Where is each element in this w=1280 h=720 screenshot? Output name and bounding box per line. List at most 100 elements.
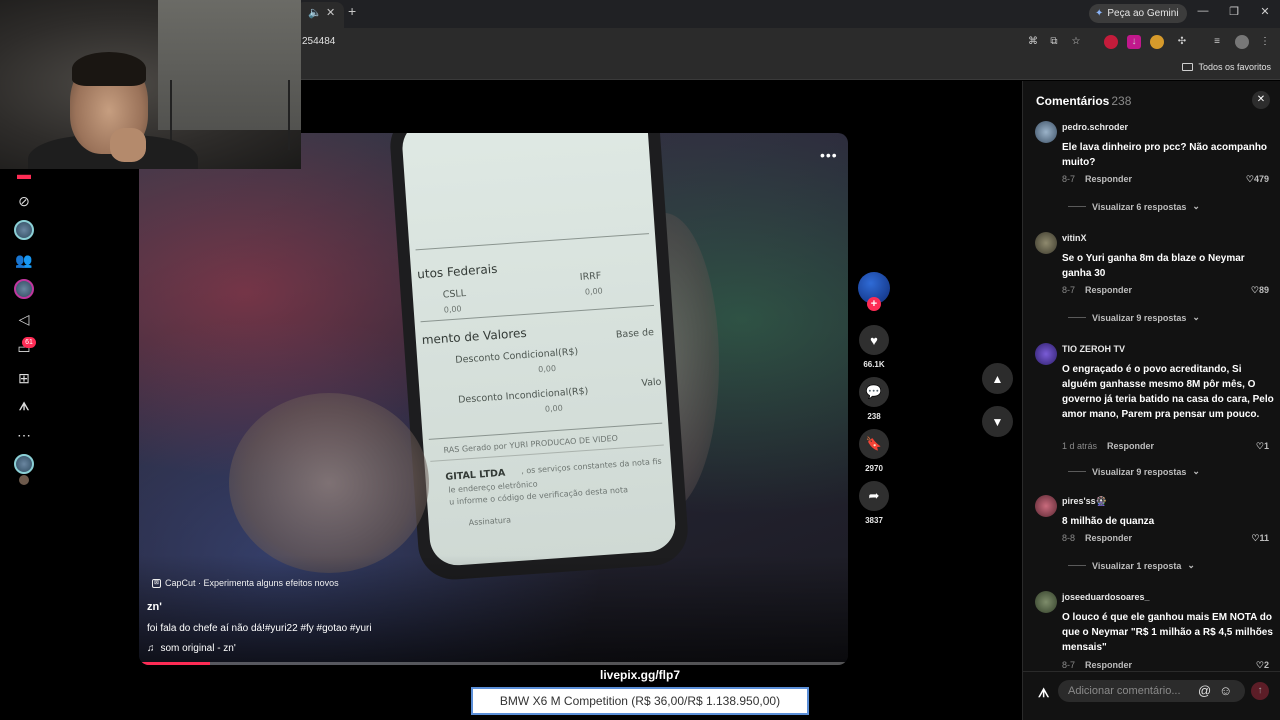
- view-replies-label: Visualizar 6 respostas: [1092, 201, 1187, 212]
- comment-avatar[interactable]: [1035, 121, 1057, 143]
- video-music[interactable]: ♫ som original - zn': [147, 643, 236, 654]
- comment-input-row: ᗑ @ ☺ ↑: [1023, 671, 1280, 720]
- puzzle-icon[interactable]: ✣: [1175, 35, 1189, 49]
- reply-button[interactable]: Responder: [1085, 285, 1132, 295]
- view-replies-button[interactable]: Visualizar 1 resposta ⌄: [1068, 560, 1195, 571]
- doc-ltda-rest: , os serviços constantes da nota fis: [520, 456, 662, 476]
- reply-button[interactable]: Responder: [1107, 441, 1154, 451]
- reading-list-icon[interactable]: ≡: [1210, 35, 1224, 49]
- view-replies-button[interactable]: Visualizar 9 respostas ⌄: [1068, 312, 1200, 323]
- tab-audio-icon[interactable]: 🔈: [308, 6, 322, 20]
- new-tab-button[interactable]: +: [348, 4, 356, 18]
- window-close-icon[interactable]: ✕: [1258, 5, 1272, 18]
- next-video-button[interactable]: ▼: [982, 406, 1013, 437]
- logo-icon[interactable]: ᗑ: [14, 397, 34, 417]
- heart-outline-icon: ♡: [1250, 285, 1259, 295]
- doc-desc-cond: Desconto Condicional(R$): [454, 346, 579, 366]
- follow-plus-icon[interactable]: +: [867, 297, 881, 311]
- video-author[interactable]: zn': [147, 601, 162, 613]
- doc-divider: [428, 422, 663, 440]
- heart-outline-icon: ♡: [1245, 174, 1254, 184]
- comment-avatar[interactable]: [1035, 343, 1057, 365]
- comment-date: 8-8: [1062, 533, 1076, 543]
- comment-like[interactable]: ♡479: [1246, 174, 1269, 185]
- reply-button[interactable]: Responder: [1085, 660, 1132, 670]
- comment-username[interactable]: joseeduardosoares_: [1062, 592, 1150, 602]
- save-button[interactable]: 🔖: [859, 429, 889, 459]
- all-bookmarks-link[interactable]: Todos os favoritos: [1182, 62, 1271, 72]
- capcut-tag[interactable]: ⊠ CapCut · Experimenta alguns efeitos no…: [152, 578, 339, 588]
- previous-video-button[interactable]: ▲: [982, 363, 1013, 394]
- send-icon[interactable]: ◁: [14, 309, 34, 329]
- doc-desc-cond-value: 0,00: [537, 363, 557, 375]
- share-button[interactable]: ➦: [859, 481, 889, 511]
- star-icon[interactable]: ☆: [1069, 35, 1083, 49]
- minimize-icon[interactable]: —: [1196, 5, 1210, 17]
- comment-like[interactable]: ♡2: [1256, 660, 1269, 671]
- comment-username[interactable]: pires'ss🎡: [1062, 496, 1107, 507]
- profile-icon[interactable]: [1235, 35, 1249, 49]
- replies-dash: [1068, 565, 1086, 566]
- comment-like[interactable]: ♡89: [1251, 285, 1269, 296]
- url-text[interactable]: 254484: [302, 36, 335, 47]
- video-progress-bar[interactable]: [139, 662, 848, 665]
- upload-icon[interactable]: ⊞: [14, 368, 34, 388]
- comment-username[interactable]: TIO ZEROH TV: [1062, 344, 1125, 354]
- restore-icon[interactable]: ❐: [1227, 5, 1241, 18]
- heart-icon: ♥: [870, 332, 878, 348]
- video-caption[interactable]: foi fala do chefe aí não dá!#yuri22 #fy …: [147, 623, 372, 634]
- comment-username[interactable]: pedro.schroder: [1062, 122, 1128, 132]
- emoji-icon[interactable]: ☺: [1219, 683, 1232, 698]
- comment-like[interactable]: ♡1: [1256, 441, 1269, 452]
- hand-blur: [229, 393, 429, 573]
- comment-like[interactable]: ♡11: [1251, 533, 1269, 544]
- mention-icon[interactable]: @: [1198, 683, 1211, 698]
- comment-username[interactable]: vitinX: [1062, 233, 1087, 243]
- comment-like-count: 1: [1263, 441, 1269, 451]
- tab-close-icon[interactable]: ✕: [326, 6, 335, 20]
- send-comment-button[interactable]: ↑: [1251, 682, 1269, 700]
- doc-heading-valores: mento de Valores: [421, 325, 528, 348]
- comment-meta: 8-7 Responder: [1062, 660, 1132, 670]
- profile-mini-avatar[interactable]: [19, 475, 29, 485]
- logo-icon: ᗑ: [1038, 686, 1050, 700]
- extension-download-icon[interactable]: ↓: [1127, 35, 1141, 49]
- video-more-icon[interactable]: •••: [820, 147, 838, 163]
- translate-icon[interactable]: ⌘: [1026, 35, 1040, 49]
- view-replies-label: Visualizar 9 respostas: [1092, 312, 1187, 323]
- close-comments-button[interactable]: ✕: [1252, 91, 1270, 109]
- video-player[interactable]: utos Federais CSLL 0,00 IRRF 0,00 mento …: [139, 133, 848, 665]
- comment-date: 1 d atrás: [1062, 441, 1098, 451]
- comment-text: O engraçado é o povo acreditando, Si alg…: [1062, 364, 1274, 420]
- reply-button[interactable]: Responder: [1085, 174, 1132, 184]
- extension-red-icon[interactable]: [1104, 35, 1118, 49]
- comment-avatar[interactable]: [1035, 591, 1057, 613]
- reply-button[interactable]: Responder: [1085, 533, 1132, 543]
- profile-avatar[interactable]: [14, 454, 34, 474]
- extension-color-icon[interactable]: [1150, 35, 1164, 49]
- gemini-button[interactable]: ✦ Peça ao Gemini: [1089, 4, 1187, 23]
- explore-icon[interactable]: ⊘: [14, 191, 34, 211]
- comment-button[interactable]: 💬: [859, 377, 889, 407]
- view-replies-button[interactable]: Visualizar 6 respostas ⌄: [1068, 201, 1200, 212]
- comment-icon: 💬: [865, 384, 883, 399]
- music-note-icon: ♫: [147, 643, 155, 654]
- comments-title: Comentários: [1036, 94, 1110, 108]
- live-avatar[interactable]: [14, 279, 34, 299]
- comment-like-count: 2: [1263, 660, 1269, 670]
- home-icon[interactable]: ▬: [14, 166, 34, 182]
- menu-icon[interactable]: ⋮: [1258, 35, 1272, 49]
- like-button[interactable]: ♥: [859, 325, 889, 355]
- share-icon: ➦: [868, 488, 880, 503]
- following-avatar[interactable]: [14, 220, 34, 240]
- view-replies-button[interactable]: Visualizar 9 respostas ⌄: [1068, 466, 1200, 477]
- doc-desc-incond: Desconto Incondicional(R$): [457, 385, 589, 406]
- comment-avatar[interactable]: [1035, 232, 1057, 254]
- friends-icon[interactable]: 👥: [14, 250, 34, 270]
- doc-base: Base de: [615, 326, 655, 341]
- comment-count: 238: [867, 412, 881, 421]
- comment-avatar[interactable]: [1035, 495, 1057, 517]
- comment-input[interactable]: [1058, 680, 1245, 702]
- screen-share-icon[interactable]: ⧉: [1047, 35, 1061, 49]
- more-icon[interactable]: ⋯: [14, 425, 34, 445]
